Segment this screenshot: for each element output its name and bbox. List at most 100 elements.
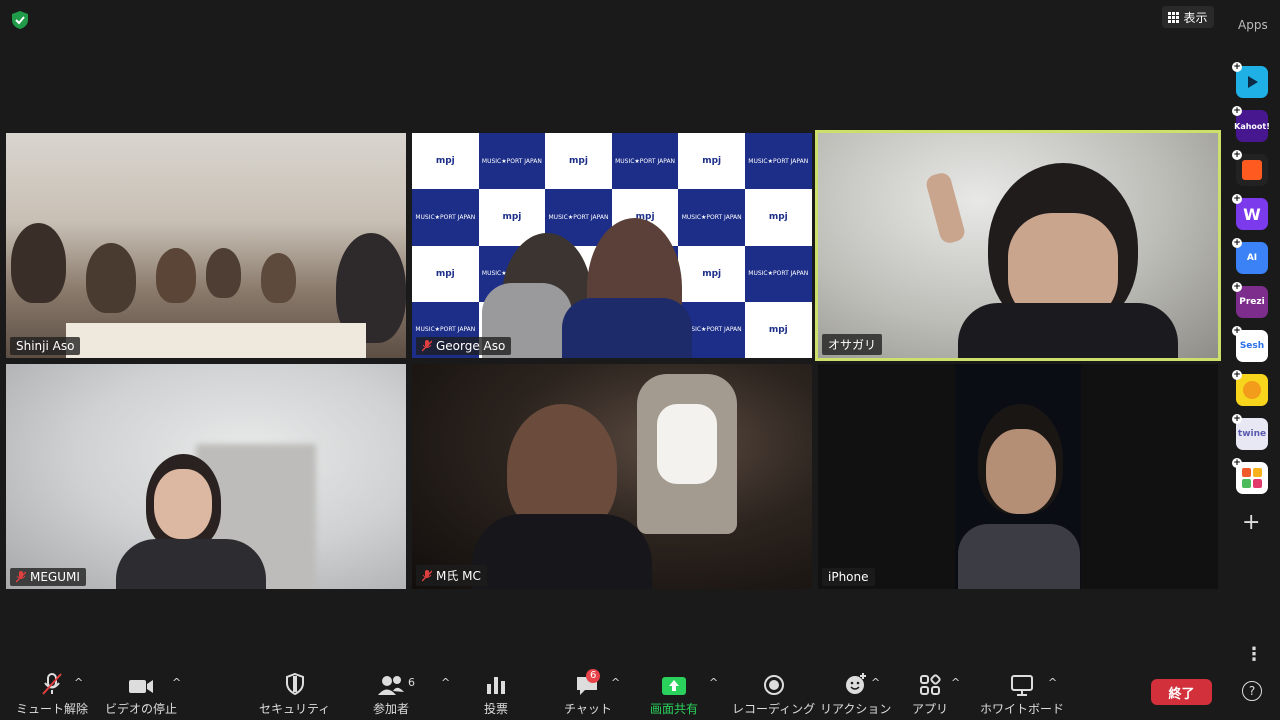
whiteboard-options-chevron-icon[interactable]: ^ bbox=[1048, 676, 1057, 689]
app-icon-orange[interactable]: + bbox=[1232, 150, 1268, 186]
stop-video-button[interactable]: ビデオの停止 bbox=[105, 670, 177, 717]
backdrop-brand: MUSIC★PORT JAPAN bbox=[615, 157, 676, 165]
record-button[interactable]: レコーディング bbox=[732, 670, 815, 717]
poll-label: 投票 bbox=[484, 702, 509, 716]
backdrop-cell: mpj bbox=[545, 133, 612, 190]
video-tile-shinji[interactable]: Shinji Aso bbox=[6, 133, 406, 358]
bar-chart-icon bbox=[485, 670, 507, 696]
app-label: Kahoot! bbox=[1234, 121, 1270, 131]
backdrop-logo: mpj bbox=[502, 212, 522, 223]
backdrop-cell: MUSIC★PORT JAPAN bbox=[744, 245, 812, 302]
more-options-icon[interactable]: ⋮ bbox=[1245, 644, 1263, 665]
smiley-add-icon bbox=[844, 670, 868, 696]
reactions-label: リアクション bbox=[820, 702, 892, 716]
video-tile-m-mc[interactable]: M氏 MC bbox=[412, 364, 812, 589]
participant-name: iPhone bbox=[828, 570, 869, 584]
app-icon-kahoot[interactable]: + Kahoot! bbox=[1232, 106, 1270, 142]
backdrop-brand: MUSIC★PORT JAPAN bbox=[748, 157, 809, 165]
apps-title: Apps bbox=[1238, 18, 1268, 32]
video-tile-osagari[interactable]: オサガリ bbox=[815, 130, 1221, 361]
backdrop-brand: MUSIC★PORT JAPAN bbox=[681, 213, 742, 221]
backdrop-logo: mpj bbox=[435, 268, 455, 279]
view-label: 表示 bbox=[1183, 10, 1208, 25]
name-tag: MEGUMI bbox=[10, 568, 86, 586]
app-icon-twine[interactable]: + twine bbox=[1232, 414, 1268, 450]
backdrop-cell: MUSIC★PORT JAPAN bbox=[678, 189, 745, 246]
app-icon-sesh[interactable]: + Sesh bbox=[1232, 326, 1268, 362]
participant-name: M氏 MC bbox=[436, 569, 481, 583]
participants-label: 参加者 bbox=[373, 702, 410, 716]
backdrop-cell: mpj bbox=[744, 301, 812, 358]
backdrop-cell: mpj bbox=[412, 133, 479, 190]
participant-name: MEGUMI bbox=[30, 570, 80, 584]
video-tile-iphone[interactable]: iPhone bbox=[818, 364, 1218, 589]
backdrop-brand: MUSIC★PORT JAPAN bbox=[415, 213, 476, 221]
record-label: レコーディング bbox=[732, 702, 816, 716]
name-tag: George Aso bbox=[416, 337, 512, 355]
app-icon-ai[interactable]: + AI bbox=[1232, 238, 1268, 274]
video-options-chevron-icon[interactable]: ^ bbox=[172, 676, 181, 689]
poll-button[interactable]: 投票 bbox=[484, 670, 508, 717]
share-screen-label: 画面共有 bbox=[650, 702, 699, 716]
app-label: Sesh bbox=[1239, 341, 1265, 351]
whiteboard-label: ホワイトボード bbox=[980, 702, 1065, 716]
backdrop-logo: mpj bbox=[435, 156, 455, 167]
apps-button[interactable]: アプリ bbox=[912, 670, 948, 717]
name-tag: M氏 MC bbox=[416, 565, 487, 586]
share-options-chevron-icon[interactable]: ^ bbox=[709, 676, 718, 689]
security-label: セキュリティ bbox=[259, 702, 331, 716]
encryption-shield-icon[interactable] bbox=[10, 10, 30, 30]
name-tag: Shinji Aso bbox=[10, 337, 81, 355]
backdrop-cell: MUSIC★PORT JAPAN bbox=[744, 133, 812, 190]
app-icon-prezi[interactable]: + Prezi bbox=[1232, 282, 1268, 318]
backdrop-cell: mpj bbox=[678, 133, 745, 190]
backdrop-cell: MUSIC★PORT JAPAN bbox=[478, 133, 546, 190]
video-tile-george[interactable]: mpj MUSIC★PORT JAPAN mpj MUSIC★PORT JAPAN mp… bbox=[412, 133, 812, 358]
security-shield-icon bbox=[284, 670, 306, 696]
video-camera-icon bbox=[127, 670, 155, 696]
participants-count: 6 bbox=[408, 676, 415, 689]
backdrop-cell: MUSIC★PORT JAPAN bbox=[412, 189, 479, 246]
reactions-button[interactable]: リアクション bbox=[820, 670, 891, 717]
share-screen-icon bbox=[661, 670, 687, 696]
backdrop-cell: mpj bbox=[412, 245, 479, 302]
backdrop-logo: mpj bbox=[768, 212, 788, 223]
muted-mic-icon bbox=[421, 340, 433, 352]
backdrop-brand: MUSIC★PORT JAPAN bbox=[415, 326, 476, 334]
apps-label: アプリ bbox=[912, 702, 949, 716]
app-icon-blocks[interactable]: + bbox=[1232, 458, 1268, 494]
participant-name: George Aso bbox=[436, 339, 506, 353]
apps-options-chevron-icon[interactable]: ^ bbox=[951, 676, 960, 689]
share-screen-button[interactable]: 画面共有 bbox=[650, 670, 698, 717]
backdrop-logo: mpj bbox=[569, 156, 588, 167]
backdrop-logo: mpj bbox=[702, 156, 722, 167]
apps-grid-icon bbox=[919, 670, 941, 696]
end-meeting-button[interactable]: 終了 bbox=[1151, 679, 1212, 705]
app-label: twine bbox=[1237, 429, 1267, 439]
participants-options-chevron-icon[interactable]: ^ bbox=[441, 676, 450, 689]
grid-icon bbox=[1168, 11, 1180, 23]
app-label: AI bbox=[1246, 253, 1258, 263]
video-tile-megumi[interactable]: MEGUMI bbox=[6, 364, 406, 589]
muted-mic-icon bbox=[421, 569, 433, 582]
backdrop-cell: mpj bbox=[744, 189, 812, 246]
security-button[interactable]: セキュリティ bbox=[259, 670, 330, 717]
chat-label: チャット bbox=[564, 702, 612, 716]
participants-button[interactable]: 参加者 bbox=[373, 670, 409, 717]
app-icon-w[interactable]: + W bbox=[1232, 194, 1268, 230]
audio-options-chevron-icon[interactable]: ^ bbox=[74, 676, 83, 689]
reactions-options-chevron-icon[interactable]: ^ bbox=[871, 676, 880, 689]
name-tag: iPhone bbox=[822, 568, 875, 586]
chat-options-chevron-icon[interactable]: ^ bbox=[611, 676, 620, 689]
participants-icon bbox=[377, 670, 405, 696]
backdrop-cell: MUSIC★PORT JAPAN bbox=[611, 133, 679, 190]
add-app-icon[interactable]: + bbox=[1242, 510, 1260, 535]
view-button[interactable]: 表示 bbox=[1162, 6, 1214, 28]
app-icon-emoji[interactable]: + bbox=[1232, 370, 1268, 406]
name-tag: オサガリ bbox=[822, 334, 883, 355]
backdrop-brand: MUSIC★PORT JAPAN bbox=[548, 213, 609, 221]
backdrop-logo: mpj bbox=[768, 324, 788, 335]
app-icon-play[interactable]: + bbox=[1232, 62, 1268, 98]
help-icon[interactable]: ? bbox=[1242, 681, 1262, 701]
stop-video-label: ビデオの停止 bbox=[105, 702, 178, 716]
